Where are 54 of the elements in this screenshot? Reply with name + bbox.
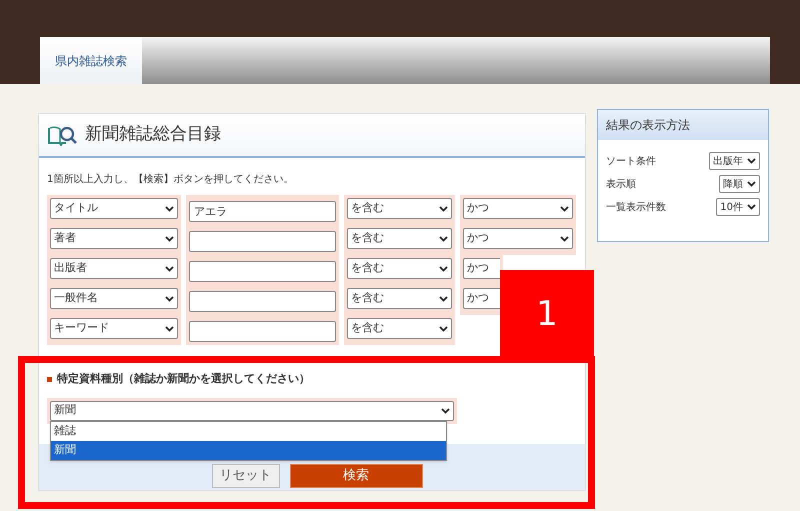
match-select[interactable]: を含む [347,288,452,309]
search-input[interactable] [189,261,336,282]
option-label: ソート条件 [606,154,656,168]
reset-button[interactable]: リセット [212,464,280,488]
panel-title: 新聞雑誌総合目録 [85,123,221,146]
field-select[interactable]: 一般件名 [50,288,178,309]
caret-icon [165,296,174,302]
operator-select[interactable]: かつ [463,198,573,219]
panel-title: 結果の表示方法 [598,110,768,140]
dropdown-option[interactable]: 雑誌 [51,422,446,440]
caret-icon [165,206,174,212]
material-type-select[interactable]: 新聞 [50,400,454,420]
match-select[interactable]: を含む [347,198,452,219]
search-button[interactable]: 検索 [290,464,422,488]
annotation-badge: 1 [500,270,594,358]
option-select[interactable]: 10件 [716,198,760,216]
option-select[interactable]: 出版年 [709,152,760,170]
field-select[interactable]: 著者 [50,228,178,249]
caret-icon [560,206,569,212]
operator-select[interactable]: かつ [463,228,573,249]
caret-icon [165,326,174,332]
option-label: 表示順 [606,178,636,192]
field-select[interactable]: 出版者 [50,258,178,279]
option-label: 一覧表示件数 [606,200,666,214]
match-select[interactable]: を含む [347,318,452,339]
section-heading: 特定資料種別（雑誌か新聞かを選択してください） [57,371,310,387]
field-select[interactable]: キーワード [50,318,178,339]
caret-icon [439,236,448,242]
caret-icon [165,236,174,242]
operator-select[interactable]: かつ [463,288,500,309]
search-input[interactable]: アエラ [189,201,336,222]
caret-icon [560,236,569,242]
option-select[interactable]: 降順 [719,175,760,193]
caret-icon [439,296,448,302]
match-select[interactable]: を含む [347,228,452,249]
search-input[interactable] [189,321,336,342]
caret-icon [747,204,756,210]
search-input[interactable] [189,291,336,312]
caret-icon [747,181,756,187]
search-input[interactable] [189,231,336,252]
caret-icon [747,158,756,164]
caret-icon [165,266,174,272]
field-select[interactable]: タイトル [50,198,178,219]
bullet-icon [47,376,52,382]
caret-icon [439,206,448,212]
book-search-icon [47,124,77,146]
caret-icon [439,326,448,332]
operator-select[interactable]: かつ [463,258,500,279]
instruction-text: 1箇所以上入力し、【検索】ボタンを押してください。 [47,172,294,187]
match-select[interactable]: を含む [347,258,452,279]
tab[interactable]: 県内雑誌検索 [40,37,142,84]
caret-icon [439,266,448,272]
dropdown-option[interactable]: 新聞 [51,440,446,460]
caret-icon [441,408,450,414]
